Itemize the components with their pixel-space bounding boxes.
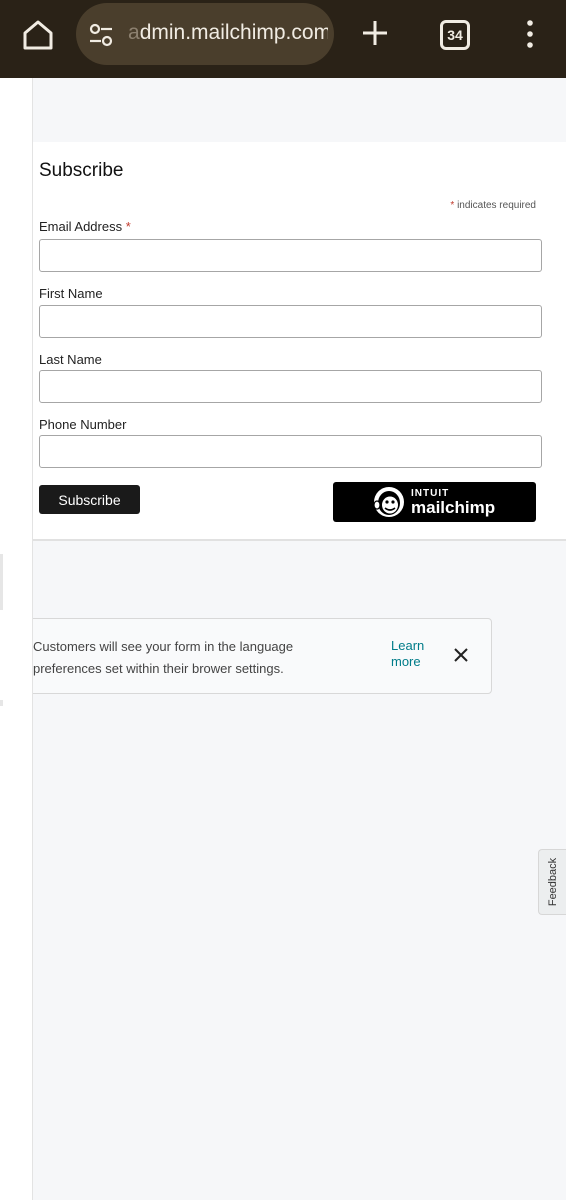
required-note-text: indicates required bbox=[457, 200, 536, 211]
language-info-banner: Customers will see your form in the lang… bbox=[20, 618, 492, 694]
url-bar[interactable]: admin.mailchimp.com bbox=[76, 3, 334, 65]
email-required-asterisk: * bbox=[125, 219, 131, 234]
first-name-field[interactable] bbox=[39, 305, 542, 338]
tab-switcher-button[interactable]: 34 bbox=[440, 20, 470, 50]
close-icon[interactable] bbox=[453, 647, 469, 663]
new-tab-icon[interactable] bbox=[360, 18, 390, 48]
url-domain: dmin.mailchimp.com bbox=[139, 21, 328, 44]
badge-mailchimp-text: mailchimp bbox=[411, 498, 496, 517]
signup-form-preview: Subscribe * indicates required Email Add… bbox=[33, 142, 566, 541]
email-label: Email Address * bbox=[39, 219, 131, 234]
browser-toolbar: admin.mailchimp.com 34 bbox=[0, 0, 566, 78]
first-name-label: First Name bbox=[39, 286, 103, 301]
last-name-field[interactable] bbox=[39, 370, 542, 403]
phone-label: Phone Number bbox=[39, 417, 127, 432]
email-field[interactable] bbox=[39, 239, 542, 272]
more-menu-icon[interactable] bbox=[522, 18, 538, 50]
required-note: * indicates required bbox=[450, 200, 536, 211]
learn-more-link[interactable]: Learn more bbox=[391, 638, 441, 670]
url-faded-prefix: a bbox=[128, 21, 140, 44]
home-icon[interactable] bbox=[20, 17, 56, 53]
last-name-label: Last Name bbox=[39, 352, 102, 367]
site-settings-icon[interactable] bbox=[88, 22, 114, 48]
email-label-text: Email Address bbox=[39, 219, 123, 234]
banner-message: Customers will see your form in the lang… bbox=[33, 639, 294, 676]
phone-field[interactable] bbox=[39, 435, 542, 468]
url-text[interactable]: admin.mailchimp.com bbox=[128, 21, 328, 45]
feedback-label: Feedback bbox=[547, 857, 559, 907]
form-title: Subscribe bbox=[39, 160, 124, 181]
side-panel-overlap bbox=[0, 610, 33, 700]
feedback-tab[interactable]: Feedback bbox=[538, 849, 566, 915]
intuit-mailchimp-badge[interactable]: INTUIT mailchimp bbox=[333, 482, 536, 522]
subscribe-button[interactable]: Subscribe bbox=[39, 485, 140, 514]
required-asterisk: * bbox=[450, 200, 455, 211]
freddie-logo-icon bbox=[373, 487, 404, 517]
